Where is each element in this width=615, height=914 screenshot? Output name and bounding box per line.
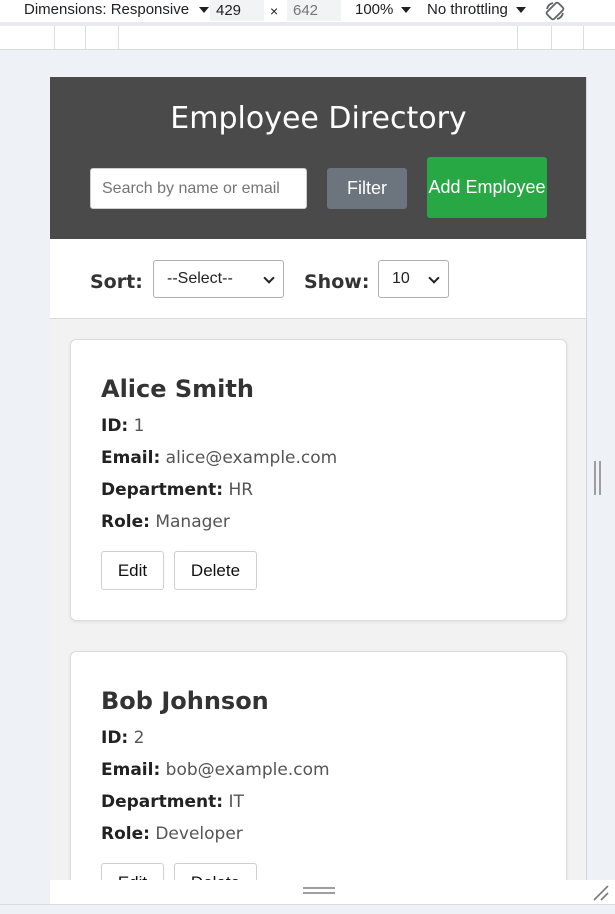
ruler-divider bbox=[118, 26, 119, 50]
zoom-dropdown[interactable]: 100% bbox=[355, 1, 412, 18]
viewport-width-input[interactable] bbox=[210, 0, 264, 21]
caret-down-icon bbox=[515, 6, 526, 13]
employee-email: Email: bob@example.com bbox=[101, 760, 330, 780]
employee-email: Email: alice@example.com bbox=[101, 448, 338, 468]
resize-handle-icon bbox=[303, 887, 335, 889]
list-controls: Sort: --Select-- Show: 10 bbox=[50, 239, 586, 319]
zoom-value: 100% bbox=[355, 1, 394, 18]
media-query-ruler bbox=[0, 22, 615, 50]
sort-select[interactable]: --Select-- bbox=[153, 260, 284, 298]
ruler-track bbox=[0, 22, 615, 26]
employee-department: Department: HR bbox=[101, 480, 254, 500]
caret-down-icon bbox=[199, 6, 210, 13]
devtools-toolbar: Dimensions: Responsive × 100% No throttl… bbox=[0, 0, 615, 22]
employee-role: Role: Manager bbox=[101, 512, 230, 532]
ruler-divider bbox=[583, 26, 584, 50]
throttling-dropdown[interactable]: No throttling bbox=[427, 1, 526, 18]
filter-button[interactable]: Filter bbox=[327, 168, 407, 209]
ruler-divider bbox=[85, 26, 86, 50]
devtools-bottom-edge bbox=[0, 904, 615, 914]
delete-button[interactable]: Delete bbox=[174, 551, 257, 590]
page-header: Employee Directory Filter Add Employee bbox=[50, 77, 586, 239]
times-sign: × bbox=[270, 3, 279, 19]
throttling-value: No throttling bbox=[427, 1, 508, 18]
resize-handle-icon bbox=[303, 892, 335, 894]
employee-role: Role: Developer bbox=[101, 824, 243, 844]
page-title: Employee Directory bbox=[170, 101, 467, 136]
rotate-icon[interactable] bbox=[544, 0, 566, 22]
chevron-down-icon bbox=[428, 272, 440, 284]
edit-button[interactable]: Edit bbox=[101, 863, 164, 880]
delete-button[interactable]: Delete bbox=[174, 863, 257, 880]
corner-resize-icon[interactable] bbox=[590, 882, 610, 902]
caret-down-icon bbox=[401, 6, 412, 13]
resize-handle-icon bbox=[594, 461, 596, 495]
employee-id: ID: 1 bbox=[101, 416, 145, 436]
sort-label: Sort: bbox=[90, 271, 143, 293]
sort-select-value: --Select-- bbox=[167, 270, 233, 287]
employee-name: Alice Smith bbox=[101, 375, 254, 403]
employee-card: Bob Johnson ID: 2 Email: bob@example.com… bbox=[70, 651, 567, 880]
edit-button[interactable]: Edit bbox=[101, 551, 164, 590]
show-select[interactable]: 10 bbox=[378, 260, 449, 298]
search-input[interactable] bbox=[90, 168, 307, 209]
height-resize-handle[interactable] bbox=[303, 887, 335, 897]
add-employee-button[interactable]: Add Employee bbox=[427, 157, 547, 218]
employee-id: ID: 2 bbox=[101, 728, 145, 748]
dimensions-label: Dimensions: Responsive bbox=[24, 1, 190, 18]
employee-department: Department: IT bbox=[101, 792, 244, 812]
viewport-height-input[interactable] bbox=[287, 0, 341, 21]
ruler-divider bbox=[54, 26, 55, 50]
show-label: Show: bbox=[304, 271, 370, 293]
resize-handle-icon bbox=[599, 461, 601, 495]
ruler-divider bbox=[551, 26, 552, 50]
employee-name: Bob Johnson bbox=[101, 687, 269, 715]
width-resize-handle[interactable] bbox=[594, 461, 602, 495]
ruler-divider bbox=[517, 26, 518, 50]
dimensions-dropdown[interactable]: Dimensions: Responsive bbox=[24, 1, 210, 18]
show-select-value: 10 bbox=[392, 270, 410, 287]
chevron-down-icon bbox=[263, 272, 275, 284]
employee-card: Alice Smith ID: 1 Email: alice@example.c… bbox=[70, 339, 567, 621]
emulated-viewport: Employee Directory Filter Add Employee S… bbox=[50, 77, 587, 880]
